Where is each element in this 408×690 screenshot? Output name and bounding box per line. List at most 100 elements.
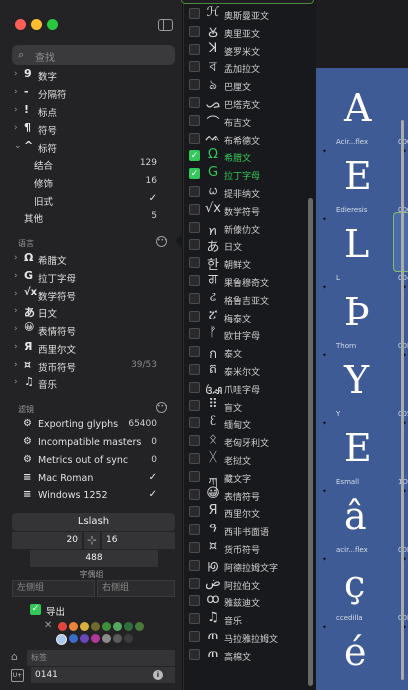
language-japanese[interactable]: › あ 日文 [0, 303, 183, 321]
script-item[interactable]: ✓ Ω 希腊文 [189, 147, 309, 165]
checkbox[interactable] [189, 292, 200, 304]
right-sidebearing-field[interactable]: 16 [102, 532, 175, 549]
language-math[interactable]: › √x 数学符号 [0, 286, 183, 304]
window-minimize-button[interactable] [31, 19, 42, 30]
glyph-name-field[interactable]: Lslash [12, 513, 175, 531]
language-currency[interactable]: › ¤ 货币符号 39/53 [0, 357, 183, 375]
script-item[interactable]: ᛟ 老匈牙利文 [189, 432, 309, 450]
category-numbers[interactable]: › 9 数字 [0, 66, 183, 84]
checkbox[interactable] [189, 43, 200, 55]
checkbox[interactable] [189, 79, 200, 91]
category-marks[interactable]: ⌄ ^ 标符 [0, 138, 183, 156]
subcategory-combining[interactable]: 结合 129 [0, 155, 183, 173]
unicode-field[interactable]: 0141 i [31, 667, 175, 683]
script-item[interactable]: ꝏ 雅兹迪文 [189, 592, 309, 610]
checkbox[interactable] [189, 648, 200, 660]
language-music[interactable]: › ♫ 音乐 [0, 374, 183, 392]
checkbox[interactable] [189, 381, 200, 393]
script-item[interactable]: ꡟ 阿德拉姆文字 [189, 557, 309, 575]
chevron-right-icon[interactable]: › [14, 123, 18, 133]
color-swatch[interactable] [124, 634, 133, 643]
script-item[interactable]: ض 阿拉伯文 [189, 575, 309, 593]
checkbox[interactable] [189, 328, 200, 340]
script-item[interactable]: ᚷ 老挝文 [189, 450, 309, 468]
script-item[interactable]: Я 西里尔文 [189, 503, 309, 521]
script-item[interactable]: 한 朝鲜文 [189, 254, 309, 273]
category-separators[interactable]: › - 分隔符 [0, 84, 183, 102]
checkbox[interactable] [189, 559, 200, 571]
script-item[interactable]: ត 泰米尔文 [189, 361, 309, 379]
color-swatch[interactable] [113, 634, 122, 643]
color-swatch[interactable] [91, 634, 100, 643]
chevron-right-icon[interactable]: › [14, 360, 18, 370]
language-latin[interactable]: › G 拉丁字母 [0, 268, 183, 286]
script-item[interactable]: ᦷ 缅甸文 [189, 414, 309, 432]
checkbox[interactable] [189, 114, 200, 126]
checkbox[interactable] [189, 364, 200, 375]
script-item[interactable]: あ日文 [189, 236, 309, 255]
checkbox[interactable] [189, 399, 200, 411]
color-swatch[interactable] [135, 622, 144, 631]
script-item[interactable]: ጠ 马拉雅拉姆文 [189, 628, 309, 646]
language-cyrillic[interactable]: › Я 西里尔文 [0, 339, 183, 357]
chevron-right-icon[interactable]: › [14, 253, 18, 263]
color-swatch[interactable] [102, 634, 111, 643]
chevron-right-icon[interactable]: › [14, 306, 18, 316]
filters-more-icon[interactable]: ••• [156, 402, 168, 413]
left-kerning-group-field[interactable]: 左侧组 [12, 580, 95, 597]
script-item[interactable]: ཀ 藏文字 [189, 468, 309, 491]
script-item[interactable]: ⠿ 盲文 [189, 397, 309, 415]
search-field[interactable]: ⌕ 查找 [12, 45, 175, 65]
script-item[interactable]: ব 孟加拉文 [189, 58, 309, 76]
checkbox[interactable] [189, 275, 200, 286]
subcategory-modifier[interactable]: 修饰 16 [0, 173, 183, 191]
color-swatch[interactable] [58, 622, 67, 631]
chevron-right-icon[interactable]: › [14, 69, 18, 79]
script-item[interactable]: ꦄ 爪哇字母 [189, 379, 309, 398]
language-emoji[interactable]: › 😀 表情符号 [0, 321, 183, 339]
checkbox[interactable] [189, 524, 200, 536]
script-item[interactable]: 😀 表情符号 [189, 486, 309, 504]
color-swatch[interactable] [69, 622, 78, 631]
filter-mac-roman[interactable]: ≡ Mac Roman ✓ [0, 470, 183, 488]
script-item[interactable]: √x 数学符号 [189, 201, 309, 219]
checkbox[interactable] [189, 631, 200, 642]
checkbox[interactable] [189, 8, 200, 19]
color-swatch[interactable] [80, 634, 89, 643]
script-item[interactable]: ፘ 梅泰文 [189, 308, 309, 326]
color-swatch[interactable] [56, 634, 67, 645]
script-item[interactable]: ¤ 货币符号 [189, 539, 309, 557]
glyph-width-field[interactable]: 488 [30, 550, 158, 567]
filter-metrics-out-of-sync[interactable]: ⚙ Metrics out of sync 0 [0, 452, 183, 470]
checkbox[interactable] [189, 613, 200, 625]
script-item[interactable]: ᚠ 欧甘字母 [189, 325, 309, 343]
filter-incompatible-masters[interactable]: ⚙ Incompatible masters 0 [0, 434, 183, 452]
checkbox-checked[interactable]: ✓ [189, 150, 200, 162]
right-kerning-group-field[interactable]: 右侧组 [97, 580, 175, 597]
chevron-right-icon[interactable]: › [14, 289, 18, 299]
languages-more-icon[interactable]: ••• [156, 236, 168, 247]
metrics-link-icon[interactable]: ⊹ [84, 532, 100, 549]
script-item[interactable]: ℋ 奥斯曼亚文 [189, 5, 309, 23]
checkbox[interactable] [189, 310, 200, 322]
color-swatch[interactable] [80, 622, 89, 631]
script-item[interactable]: ᯀ 巴塔克文 [189, 94, 309, 112]
left-sidebearing-field[interactable]: 20 [12, 532, 82, 549]
language-greek[interactable]: › Ω 希腊文 [0, 250, 183, 268]
checkbox[interactable] [189, 221, 200, 233]
checkbox[interactable] [189, 506, 200, 518]
checkbox[interactable] [189, 577, 200, 589]
checkbox-checked[interactable]: ✓ [189, 168, 200, 180]
checkbox[interactable] [189, 203, 200, 215]
script-item[interactable]: ꪀ 新傣仂文 [189, 219, 309, 239]
script-item[interactable]: ᨕ 布希德文 [189, 130, 309, 148]
color-swatch[interactable] [113, 622, 122, 631]
grid-scrollbar[interactable] [401, 120, 404, 680]
popover-scrollbar[interactable] [308, 198, 313, 686]
export-checkbox[interactable]: ✓ [30, 604, 41, 615]
checkbox[interactable] [189, 97, 200, 108]
chevron-right-icon[interactable]: › [14, 105, 18, 115]
checkbox[interactable] [189, 435, 200, 447]
no-color-icon[interactable]: ✕ [44, 620, 52, 631]
filter-windows-1252[interactable]: ≡ Windows 1252 ✓ [0, 487, 183, 505]
